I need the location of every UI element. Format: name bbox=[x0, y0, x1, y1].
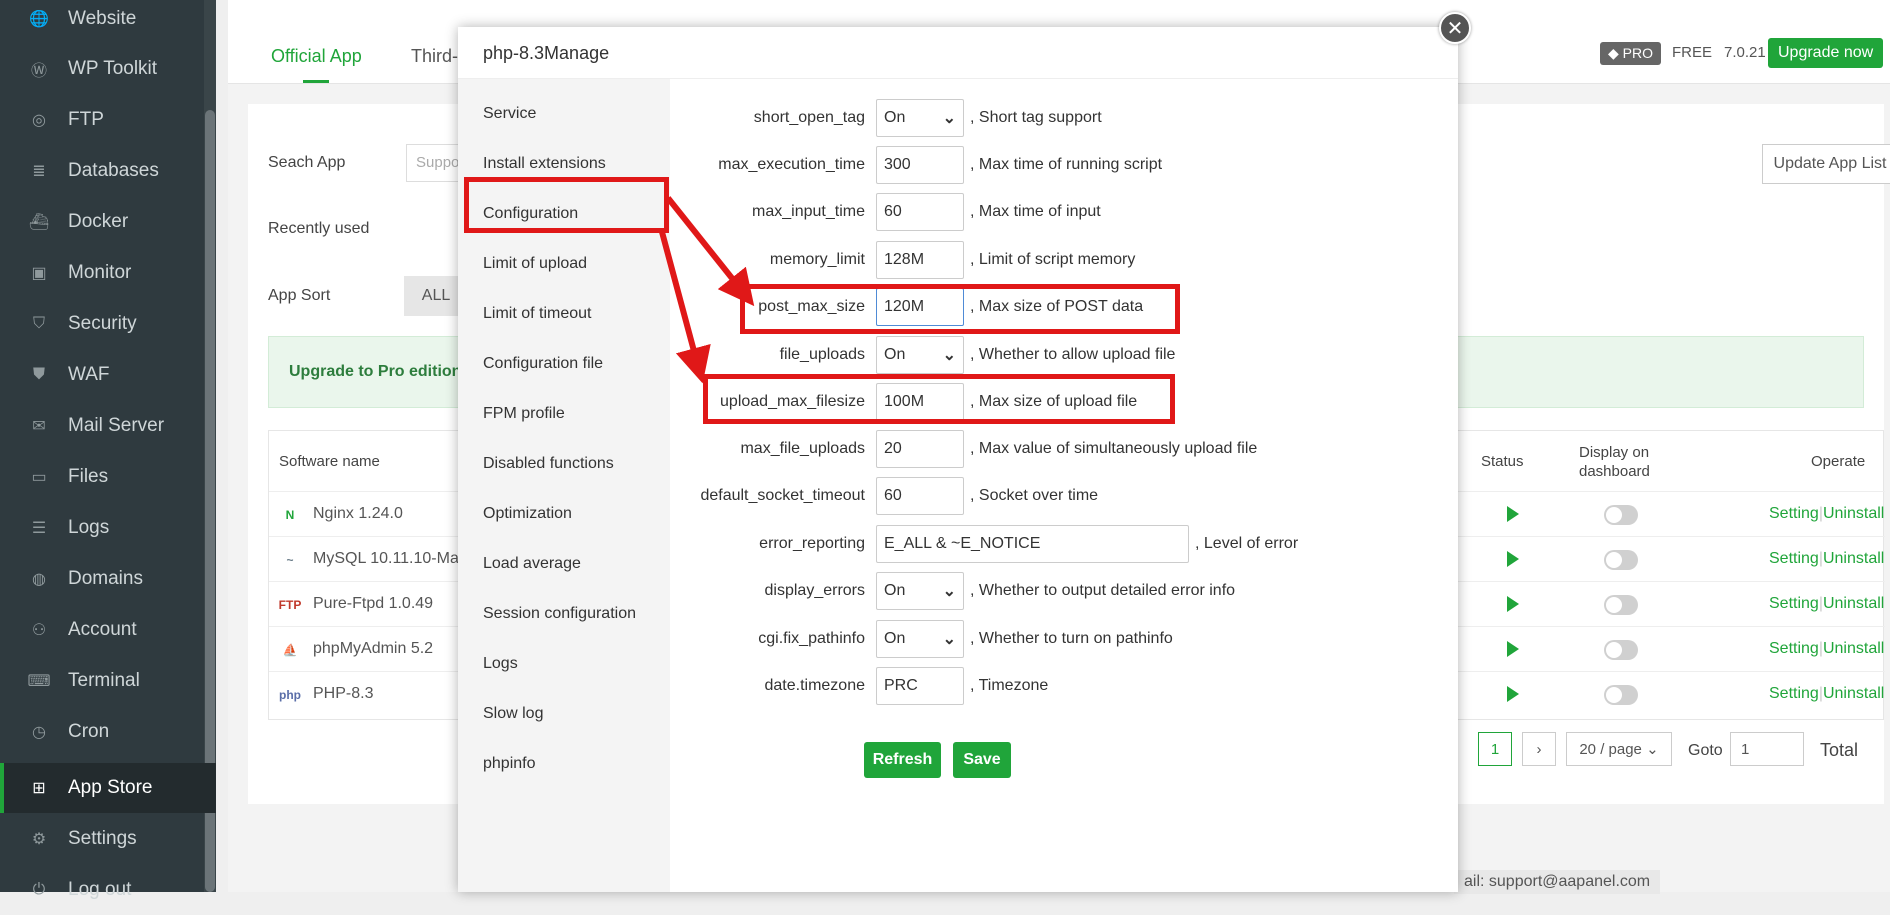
annotation-arrows bbox=[659, 196, 755, 384]
arrow-to-upload-max-filesize bbox=[659, 231, 711, 384]
arrow-to-post-max-size bbox=[665, 196, 755, 307]
